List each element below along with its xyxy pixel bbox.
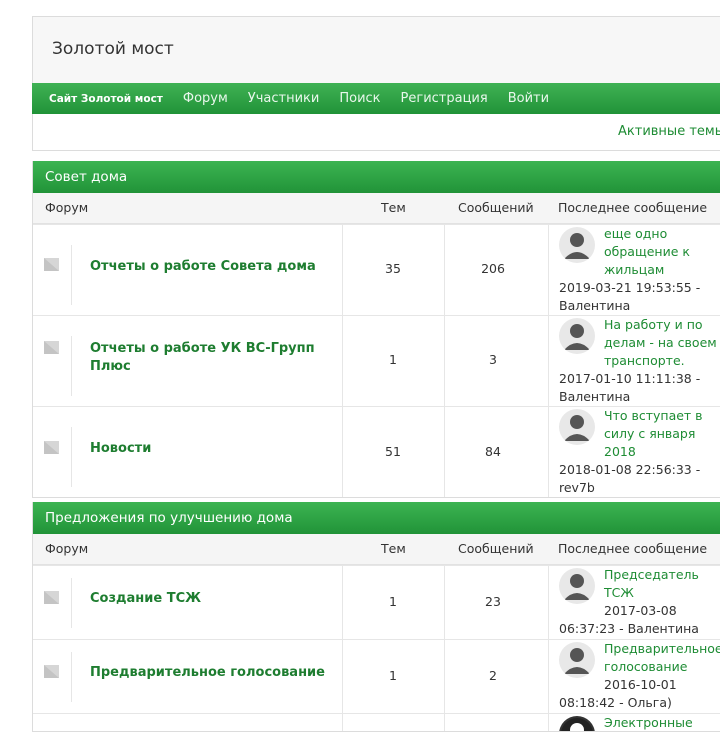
forum-title-link[interactable]: Отчеты о работе УК ВС-Групп Плюс <box>90 340 330 376</box>
forum-title-link[interactable]: Новости <box>90 440 330 458</box>
avatar[interactable] <box>559 409 595 445</box>
topics-count: 35 <box>385 261 401 276</box>
user-avatar-icon <box>564 415 590 441</box>
category-title[interactable]: Совет дома <box>33 161 720 193</box>
last-post-link[interactable]: Предварительное голосование <box>604 640 720 676</box>
posts-count: 23 <box>485 594 501 609</box>
avatar[interactable] <box>559 568 595 604</box>
last-post-link[interactable]: Что вступает в силу с января 2018 <box>604 407 720 461</box>
avatar[interactable] <box>559 642 595 678</box>
last-post-link[interactable]: еще одно обращение к жильцам <box>604 225 720 279</box>
nav-register[interactable]: Регистрация <box>401 91 488 106</box>
user-avatar-icon <box>561 718 593 731</box>
forum-read-icon <box>44 591 59 604</box>
avatar[interactable] <box>559 716 595 731</box>
posts-count: 3 <box>489 352 497 367</box>
forum-read-icon <box>44 258 59 271</box>
forum-row: Электронные <box>33 713 720 731</box>
forum-title-link[interactable]: Создание ТСЖ <box>90 590 330 608</box>
main-nav: Сайт Золотой мост Форум Участники Поиск … <box>32 83 720 114</box>
topics-count: 1 <box>389 352 397 367</box>
last-post-link[interactable]: Электронные <box>604 714 720 731</box>
posts-count: 2 <box>489 668 497 683</box>
user-avatar-icon <box>564 574 590 600</box>
last-post-meta: 2017-03-08 06:37:23 - Валентина <box>559 603 699 636</box>
site-title[interactable]: Золотой мост <box>52 39 174 59</box>
forum-row: Предварительное голосование 1 2 Предвари… <box>33 639 720 713</box>
forum-row: Отчеты о работе УК ВС-Групп Плюс 1 3 На … <box>33 315 720 406</box>
col-posts: Сообщений <box>458 541 534 556</box>
topics-count: 1 <box>389 668 397 683</box>
col-forum: Форум <box>45 541 89 556</box>
active-topics-link[interactable]: Активные темы <box>618 124 720 139</box>
category-title[interactable]: Предложения по улучшению дома <box>33 502 720 534</box>
last-post-meta: 2017-01-10 11:11:38 - Валентина <box>559 371 701 404</box>
col-topics: Тем <box>381 200 406 215</box>
last-post-meta: 2016-10-01 08:18:42 - Ольга) <box>559 677 677 710</box>
forum-row: Новости 51 84 Что вступает в силу с янва… <box>33 406 720 497</box>
site-header: Золотой мост <box>32 16 720 83</box>
col-last-post: Последнее сообщение <box>558 200 708 215</box>
topics-count: 1 <box>389 594 397 609</box>
forum-row: Создание ТСЖ 1 23 Председатель ТСЖ 2017-… <box>33 565 720 639</box>
posts-count: 206 <box>481 261 505 276</box>
col-topics: Тем <box>381 541 406 556</box>
forum-read-icon <box>44 441 59 454</box>
col-forum: Форум <box>45 200 89 215</box>
avatar[interactable] <box>559 318 595 354</box>
posts-count: 84 <box>485 444 501 459</box>
last-post-link[interactable]: На работу и по делам - на своем транспор… <box>604 316 720 370</box>
user-avatar-icon <box>564 324 590 350</box>
user-avatar-icon <box>564 233 590 259</box>
category-improvements: Предложения по улучшению дома Форум Тем … <box>32 502 720 732</box>
topics-count: 51 <box>385 444 401 459</box>
user-avatar-icon <box>564 648 590 674</box>
forum-row: Отчеты о работе Совета дома 35 206 еще о… <box>33 224 720 315</box>
last-post-meta: 2019-03-21 19:53:55 - Валентина <box>559 280 701 313</box>
col-last-post: Последнее сообщение <box>558 541 708 556</box>
nav-brand-link[interactable]: Сайт Золотой мост <box>49 93 163 105</box>
forum-title-link[interactable]: Отчеты о работе Совета дома <box>90 258 330 276</box>
nav-members[interactable]: Участники <box>248 91 320 106</box>
column-headers: Форум Тем Сообщений Последнее сообщение <box>33 534 720 565</box>
column-headers: Форум Тем Сообщений Последнее сообщение <box>33 193 720 224</box>
col-posts: Сообщений <box>458 200 534 215</box>
last-post-meta: 2018-01-08 22:56:33 - rev7b <box>559 462 701 495</box>
forum-title-link[interactable]: Предварительное голосование <box>90 664 330 682</box>
nav-forum[interactable]: Форум <box>183 91 228 106</box>
forum-read-icon <box>44 341 59 354</box>
category-council: Совет дома Форум Тем Сообщений Последнее… <box>32 161 720 498</box>
last-post-link[interactable]: Председатель ТСЖ <box>604 566 720 602</box>
nav-login[interactable]: Войти <box>508 91 549 106</box>
avatar[interactable] <box>559 227 595 263</box>
sub-toolbar: Активные темы <box>32 114 720 151</box>
nav-search[interactable]: Поиск <box>339 91 380 106</box>
forum-read-icon <box>44 665 59 678</box>
